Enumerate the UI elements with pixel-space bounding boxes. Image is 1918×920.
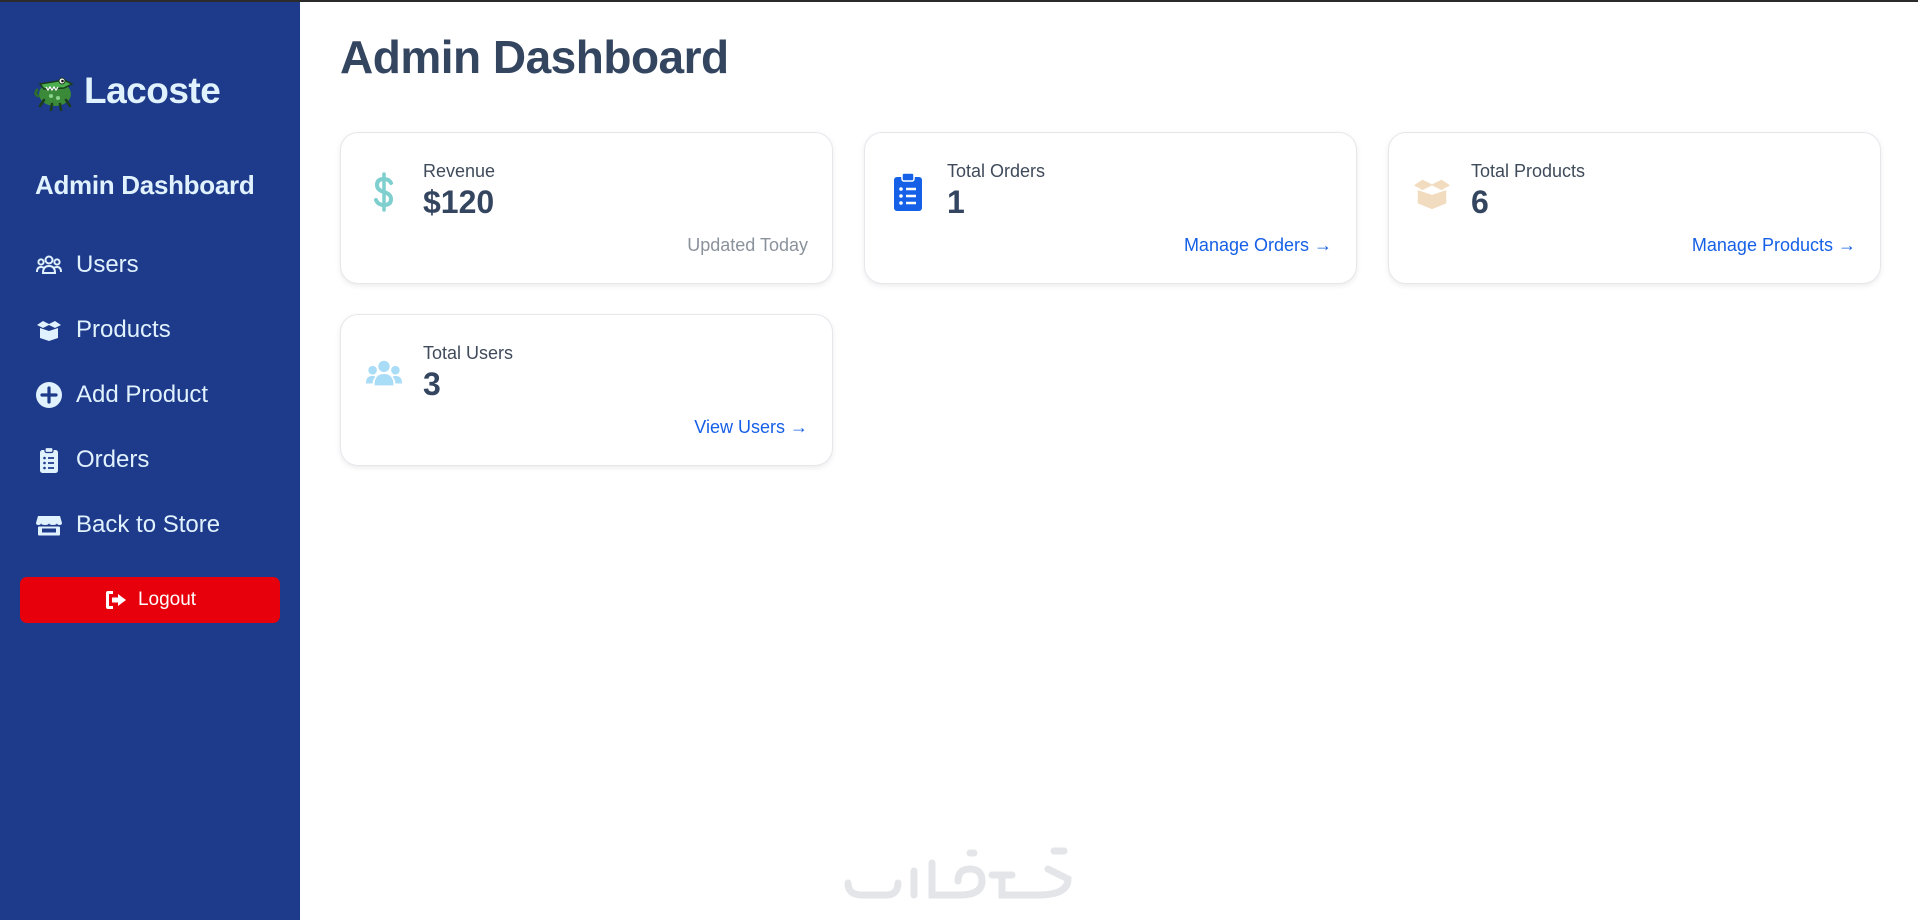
card-value: 3 <box>423 366 441 402</box>
view-users-link[interactable]: View Users → <box>694 417 808 438</box>
manage-products-link[interactable]: Manage Products → <box>1692 235 1856 256</box>
sidebar-item-back-to-store[interactable]: Back to Store <box>34 492 220 557</box>
sidebar-item-label: Add Product <box>76 380 209 408</box>
store-icon <box>34 510 64 540</box>
sidebar-item-label: Users <box>76 250 139 278</box>
sidebar-item-products[interactable]: Products <box>34 297 220 362</box>
main-content: Admin Dashboard Revenue $120 Updated Tod… <box>300 0 1918 920</box>
plus-circle-icon <box>34 380 64 410</box>
manage-orders-link[interactable]: Manage Orders → <box>1184 235 1332 256</box>
card-footer-status: Updated Today <box>687 235 808 255</box>
card-label: Total Users <box>423 343 514 363</box>
revenue-card: Revenue $120 Updated Today <box>340 132 833 284</box>
box-open-icon <box>34 315 64 345</box>
total-products-card: Total Products 6 Manage Products → <box>1388 132 1881 284</box>
logout-button[interactable]: Logout <box>20 577 280 623</box>
brand-name: Lacoste <box>84 70 221 111</box>
card-label: Total Products <box>1471 161 1586 181</box>
card-label: Total Orders <box>947 161 1046 181</box>
card-value: 1 <box>947 184 965 220</box>
clipboard-list-icon <box>34 445 64 475</box>
sidebar-item-label: Products <box>76 315 171 343</box>
sidebar-item-users[interactable]: Users <box>34 232 220 297</box>
users-icon <box>34 250 64 280</box>
watermark-logo <box>844 847 1072 899</box>
sidebar-item-add-product[interactable]: Add Product <box>34 362 220 427</box>
sign-out-icon <box>105 591 126 609</box>
dollar-icon <box>363 169 405 215</box>
clipboard-list-icon <box>887 169 929 215</box>
sidebar-heading: Admin Dashboard <box>35 170 255 200</box>
users-icon <box>363 351 405 397</box>
sidebar-item-label: Back to Store <box>76 510 221 538</box>
sidebar-item-orders[interactable]: Orders <box>34 427 220 492</box>
total-users-card: Total Users 3 View Users → <box>340 314 833 466</box>
card-label: Revenue <box>423 161 496 181</box>
sidebar-nav: Users Products Add Product Orders Back t… <box>34 232 220 557</box>
card-value: $120 <box>423 184 495 220</box>
crocodile-logo-icon <box>34 77 74 112</box>
logout-label: Logout <box>137 589 197 610</box>
sidebar: Lacoste Admin Dashboard Users Products A… <box>0 0 300 920</box>
box-open-icon <box>1411 169 1453 215</box>
brand[interactable]: Lacoste <box>34 70 221 112</box>
sidebar-item-label: Orders <box>76 445 150 473</box>
page-title: Admin Dashboard <box>340 31 729 83</box>
card-value: 6 <box>1471 184 1489 220</box>
total-orders-card: Total Orders 1 Manage Orders → <box>864 132 1357 284</box>
window-top-border <box>0 0 1918 2</box>
